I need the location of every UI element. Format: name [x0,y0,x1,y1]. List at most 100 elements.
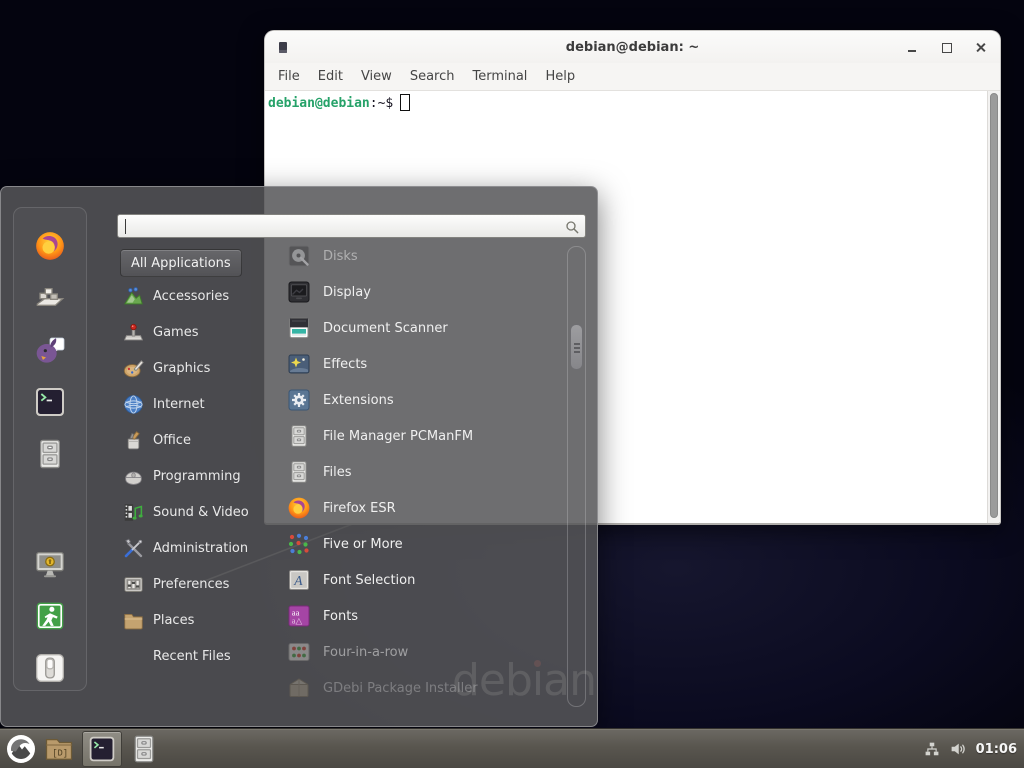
gdebi-icon [287,676,311,700]
category-places[interactable]: Places [120,602,282,638]
favorite-file-manager[interactable] [32,438,68,470]
application-menu: All Applications Accessories Games Graphic… [0,186,598,727]
text-caret [125,219,126,234]
favorite-software-packages[interactable] [32,282,68,314]
taskbar-folder-icon: [D] [44,734,74,764]
category-label: Places [153,613,194,628]
terminal-icon [34,386,66,418]
taskbar-clock[interactable]: 01:06 [976,742,1017,757]
file-manager-icon [287,424,311,448]
app-gdebi-package-installer[interactable]: GDebi Package Installer [283,670,561,706]
app-font-selection[interactable]: AFont Selection [283,562,561,598]
five-or-more-icon [287,532,311,556]
network-icon[interactable] [924,741,940,757]
app-disks[interactable]: Disks [283,238,561,274]
menubar-item-search[interactable]: Search [401,65,464,88]
app-extensions[interactable]: Extensions [283,382,561,418]
app-effects[interactable]: Effects [283,346,561,382]
category-label: Administration [153,541,248,556]
terminal-titlebar[interactable]: debian@debian: ~ [265,31,1000,63]
taskbar-button-files[interactable] [128,733,160,765]
app-label: Files [323,465,352,480]
scrollbar-grip [574,343,580,345]
volume-icon[interactable] [949,740,967,758]
category-administration[interactable]: Administration [120,530,282,566]
terminal-scrollbar-thumb[interactable] [990,93,998,518]
menubar-item-help[interactable]: Help [536,65,584,88]
minimize-icon[interactable] [907,42,918,53]
files-icon [287,460,311,484]
packages-icon [34,282,66,314]
category-label: All Applications [131,256,231,271]
firefox-icon [34,230,66,262]
app-label: GDebi Package Installer [323,681,478,696]
taskbar-button-file-manager-pcmanfm[interactable]: [D] [43,733,75,765]
menu-search-input[interactable] [118,215,585,237]
category-label: Games [153,325,198,340]
programming-icon [123,466,144,487]
category-preferences[interactable]: Preferences [120,566,282,602]
app-label: Four-in-a-row [323,645,408,660]
category-games[interactable]: Games [120,314,282,350]
category-graphics[interactable]: Graphics [120,350,282,386]
category-programming[interactable]: Programming [120,458,282,494]
app-label: Effects [323,357,367,372]
taskbar-button-menu[interactable] [5,733,37,765]
terminal-icon [88,735,116,763]
fonts-icon: aaa△ [287,604,311,628]
category-label: Graphics [153,361,210,376]
category-recent-files[interactable]: Recent Files [120,638,282,674]
font-selection-icon: A [287,568,311,592]
app-files[interactable]: Files [283,454,561,490]
app-document-scanner[interactable]: Document Scanner [283,310,561,346]
prompt-user-host: debian@debian [268,96,370,111]
system-tray: 01:06 [924,729,1017,768]
terminal-cursor [400,94,410,111]
menu-scrollbar[interactable] [567,246,586,707]
favorite-shutdown[interactable] [32,652,68,684]
menu-logo-icon [6,734,36,764]
favorites-column [13,207,87,691]
document-scanner-icon [287,316,311,340]
maximize-icon[interactable] [941,42,952,53]
four-in-a-row-icon [287,640,311,664]
application-list: Disks Display Document Scanner Effects Exten… [283,238,561,706]
menubar-item-view[interactable]: View [352,65,401,88]
close-icon[interactable] [975,42,986,53]
menu-scrollbar-thumb[interactable] [570,324,583,370]
category-label: Programming [153,469,241,484]
menu-search-box [117,214,586,238]
terminal-scrollbar[interactable] [987,91,1000,523]
app-label: Disks [323,249,358,264]
category-sound-video[interactable]: Sound & Video [120,494,282,530]
category-office[interactable]: Office [120,422,282,458]
favorite-pidgin[interactable] [32,334,68,366]
app-label: Display [323,285,371,300]
favorite-firefox[interactable] [32,230,68,262]
category-all-applications[interactable]: All Applications [120,249,242,277]
menubar-item-edit[interactable]: Edit [309,65,352,88]
internet-icon [123,394,144,415]
app-file-manager-pcmanfm[interactable]: File Manager PCManFM [283,418,561,454]
pidgin-icon [34,334,66,366]
app-display[interactable]: Display [283,274,561,310]
category-accessories[interactable]: Accessories [120,278,282,314]
app-four-in-a-row[interactable]: Four-in-a-row [283,634,561,670]
app-firefox-esr[interactable]: Firefox ESR [283,490,561,526]
favorite-logout[interactable] [32,600,68,632]
menubar-item-terminal[interactable]: Terminal [463,65,536,88]
favorite-terminal[interactable] [32,386,68,418]
app-five-or-more[interactable]: Five or More [283,526,561,562]
taskbar: [D] 01:06 [0,728,1024,768]
accessories-icon [123,286,144,307]
menubar-item-file[interactable]: File [269,65,309,88]
category-internet[interactable]: Internet [120,386,282,422]
office-icon [123,430,144,451]
app-label: Five or More [323,537,403,552]
app-fonts[interactable]: aaa△Fonts [283,598,561,634]
favorite-screensaver[interactable] [32,548,68,580]
administration-icon [123,538,144,559]
prompt-suffix: :~$ [370,96,393,111]
taskbar-button-terminal[interactable] [82,731,122,767]
places-icon [123,610,144,631]
